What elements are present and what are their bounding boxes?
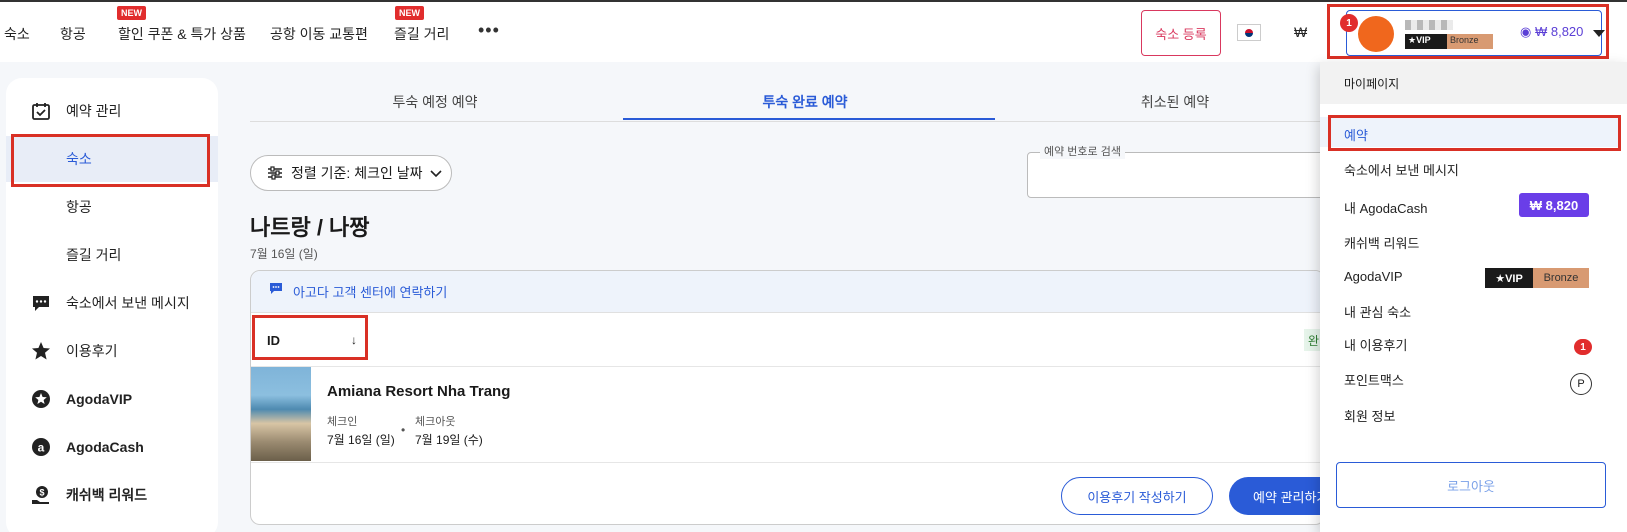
menu-item-reviews[interactable]: 내 이용후기: [1344, 335, 1407, 354]
sidebar-item-label: 캐쉬백 리워드: [66, 487, 148, 503]
svg-text:a: a: [38, 441, 45, 455]
agodacash-icon: a: [30, 436, 52, 458]
sidebar-item-label: AgodaVIP: [66, 391, 133, 407]
language-button[interactable]: [1237, 24, 1261, 41]
trip-city-title: 나트랑 / 나짱: [250, 215, 370, 240]
tab-cancelled[interactable]: 취소된 예약: [995, 92, 1355, 112]
avatar[interactable]: [1358, 16, 1394, 52]
sidebar-item-agodacash[interactable]: a AgodaCash: [6, 424, 218, 470]
vip-badge: ★VIP: [1485, 268, 1533, 288]
top-nav: 숙소 항공 NEW 할인 쿠폰 & 특가 상품 공항 이동 교통편 NEW 즐길…: [0, 0, 1627, 62]
write-review-button[interactable]: 이용후기 작성하기: [1061, 477, 1213, 515]
menu-item-cashback[interactable]: 캐쉬백 리워드: [1344, 233, 1419, 252]
more-icon[interactable]: •••: [478, 20, 500, 41]
sidebar: 예약 관리 숙소 항공 즐길 거리 숙소에서 보낸 메시지 이용후기 Agoda…: [6, 78, 218, 532]
cashback-icon: $: [30, 484, 52, 506]
star-icon: [30, 340, 52, 362]
nav-deals[interactable]: 할인 쿠폰 & 특가 상품: [118, 24, 246, 44]
sidebar-item-label: 숙소: [66, 151, 92, 167]
vip-star-icon: [30, 388, 52, 410]
chevron-down-icon: [1593, 30, 1605, 37]
svg-text:$: $: [39, 488, 44, 498]
sidebar-item-activities[interactable]: 즐길 거리: [6, 232, 218, 278]
booking-id-label: ID: [267, 333, 280, 348]
nav-hotels[interactable]: 숙소: [4, 24, 30, 44]
tier-badge: Bronze: [1447, 34, 1493, 49]
nav-flights[interactable]: 항공: [60, 24, 86, 44]
logout-button[interactable]: 로그아웃: [1336, 462, 1606, 508]
active-tab-indicator: [623, 118, 995, 120]
sidebar-item-label: 즐길 거리: [66, 247, 122, 263]
menu-item-agodavip[interactable]: AgodaVIP: [1344, 269, 1403, 284]
vip-badge: ★VIP: [1405, 34, 1447, 49]
hotel-thumbnail[interactable]: [251, 367, 311, 461]
sidebar-item-messages[interactable]: 숙소에서 보낸 메시지: [6, 280, 218, 326]
sidebar-item-bookings[interactable]: 예약 관리: [6, 88, 218, 134]
calendar-check-icon: [30, 100, 52, 122]
hotel-name[interactable]: Amiana Resort Nha Trang: [327, 383, 510, 400]
menu-item-messages[interactable]: 숙소에서 보낸 메시지: [1344, 160, 1459, 179]
new-badge: NEW: [395, 6, 424, 20]
korea-flag-icon: [1245, 28, 1253, 37]
menu-item-favorites[interactable]: 내 관심 숙소: [1344, 302, 1411, 321]
review-count-badge: 1: [1574, 339, 1592, 355]
agodacash-balance-pill: ₩ 8,820: [1519, 193, 1589, 217]
divider: [251, 462, 1324, 463]
checkin-label: 체크인: [327, 416, 358, 428]
menu-item-pointsmax[interactable]: 포인트맥스: [1344, 370, 1404, 389]
sidebar-item-label: AgodaCash: [66, 439, 144, 455]
user-name-blurred: [1405, 20, 1453, 30]
agodacash-balance-value: ₩ 8,820: [1534, 24, 1584, 39]
list-property-button[interactable]: 숙소 등록: [1141, 10, 1221, 56]
checkin-date: 7월 16일 (일): [327, 433, 395, 447]
tab-completed[interactable]: 투숙 완료 예약: [625, 92, 985, 112]
sidebar-item-hotels[interactable]: 숙소: [6, 136, 218, 182]
account-dropdown-menu: 마이페이지 예약 숙소에서 보낸 메시지 내 AgodaCash ₩ 8,820…: [1320, 62, 1627, 532]
sidebar-item-agodavip[interactable]: AgodaVIP: [6, 376, 218, 422]
manage-booking-button[interactable]: 예약 관리하기: [1229, 477, 1324, 515]
date-separator: •: [401, 423, 406, 437]
chat-icon: [269, 282, 283, 301]
sort-button[interactable]: 정렬 기준: 체크인 날짜: [250, 155, 452, 191]
pointsmax-icon: P: [1570, 373, 1592, 395]
notification-badge: 1: [1340, 14, 1358, 32]
sidebar-item-label: 항공: [66, 199, 92, 215]
contact-support-link[interactable]: 아고다 고객 센터에 연락하기: [293, 282, 447, 301]
menu-item-bookings[interactable]: 예약: [1344, 125, 1368, 144]
sidebar-item-reviews[interactable]: 이용후기: [6, 328, 218, 374]
sidebar-item-flights[interactable]: 항공: [6, 184, 218, 230]
currency-button[interactable]: ₩: [1294, 24, 1307, 40]
menu-item-agodacash[interactable]: 내 AgodaCash: [1344, 198, 1428, 217]
arrow-down-icon: ↓: [351, 333, 357, 347]
checkout-date: 7월 19일 (수): [415, 433, 483, 447]
new-badge: NEW: [117, 6, 146, 20]
mypage-header[interactable]: 마이페이지: [1320, 62, 1627, 104]
trip-date: 7월 16일 (일): [250, 247, 318, 261]
contact-support-bar[interactable]: 아고다 고객 센터에 연락하기: [251, 271, 1324, 313]
chevron-down-icon: [430, 165, 443, 181]
booking-card: 아고다 고객 센터에 연락하기 ID ↓ 완 Amiana Resort Nha…: [250, 270, 1325, 525]
chat-icon: [30, 292, 52, 314]
sidebar-item-label: 이용후기: [66, 343, 118, 359]
agodacash-balance: ◉ ₩ 8,820: [1520, 24, 1584, 39]
sidebar-item-cashback[interactable]: $ 캐쉬백 리워드: [6, 472, 218, 518]
sort-label: 정렬 기준: 체크인 날짜: [291, 165, 423, 181]
tier-badge: Bronze: [1533, 268, 1589, 288]
checkout-label: 체크아웃: [415, 416, 456, 428]
sidebar-item-label: 숙소에서 보낸 메시지: [66, 295, 190, 311]
sliders-icon: [267, 166, 283, 180]
menu-item-profile[interactable]: 회원 정보: [1344, 406, 1395, 425]
nav-airport-transfer[interactable]: 공항 이동 교통편: [270, 24, 368, 44]
nav-activities[interactable]: 즐길 거리: [394, 24, 449, 44]
tab-upcoming[interactable]: 투숙 예정 예약: [255, 92, 615, 112]
search-label: 예약 번호로 검색: [1040, 143, 1125, 159]
divider: [251, 366, 1324, 367]
sidebar-item-label: 예약 관리: [66, 103, 122, 119]
booking-tabs: 투숙 예정 예약 투숙 완료 예약 취소된 예약: [250, 82, 1325, 122]
